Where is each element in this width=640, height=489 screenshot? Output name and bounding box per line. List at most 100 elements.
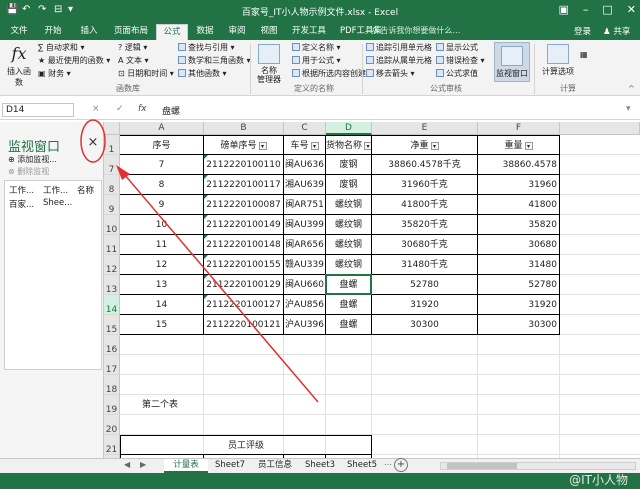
calculate-now-icon[interactable]: ▦ [580,50,588,59]
row-header-21[interactable]: 21 [104,435,120,455]
ribbon-display-icon[interactable]: ▣ [558,3,568,16]
tab-file[interactable]: 文件 [4,24,34,40]
tab-developer[interactable]: 开发工具 [286,24,332,40]
enter-icon[interactable]: ✓ [116,104,124,114]
column-header-a[interactable]: A [120,122,204,135]
table-cell[interactable]: 湘AU639 [284,175,326,195]
table-header-cell[interactable]: 货物名称 ▾ [326,135,372,155]
table-cell[interactable]: 30680千克 [372,235,478,255]
table-cell[interactable]: 15 [120,315,204,335]
table-cell[interactable]: 废钢 [326,155,372,175]
watch-window-close-button[interactable]: × [84,134,102,152]
table-cell[interactable]: 38860.4578千克 [372,155,478,175]
table-cell[interactable]: 35820 [478,215,560,235]
table-cell[interactable]: 2112220100127 [204,295,284,315]
row-header-1[interactable]: 1 [104,135,120,155]
table-cell[interactable]: 闽AU660 [284,275,326,295]
row-header-11[interactable]: 11 [104,235,120,255]
table-header-cell[interactable]: 序号 [120,135,204,155]
table-cell[interactable]: 7 [120,155,204,175]
worksheet-grid[interactable]: ABCDEF178910111213141516171819202122序号磅单… [104,122,640,458]
table-cell[interactable]: 8 [120,175,204,195]
sheet-tab-metering[interactable]: 计量表 [164,459,208,473]
more-functions-button[interactable]: 其他函数 ▾ [178,68,227,79]
column-header-f[interactable]: F [478,122,560,135]
filter-dropdown-icon[interactable]: ▾ [524,142,533,150]
tab-home[interactable]: 开始 [38,24,68,40]
table-cell[interactable]: 9 [120,195,204,215]
table-cell[interactable]: 闽AR751 [284,195,326,215]
row-header-20[interactable]: 20 [104,415,120,435]
minimize-icon[interactable]: – [583,3,589,16]
row-header-13[interactable]: 13 [104,275,120,295]
row-header-12[interactable]: 12 [104,255,120,275]
recent-functions-button[interactable]: ★ 最近使用的函数 ▾ [38,55,110,66]
table-cell[interactable]: 35820千克 [372,215,478,235]
row-header-16[interactable]: 16 [104,335,120,355]
tab-review[interactable]: 审阅 [222,24,252,40]
table-cell[interactable]: 2112220100121 [204,315,284,335]
scroll-thumb[interactable] [447,463,517,469]
table-cell[interactable]: 31920 [372,295,478,315]
text-button[interactable]: A 文本 ▾ [118,55,149,66]
table-cell[interactable]: 52780 [372,275,478,295]
table-cell[interactable]: 10 [120,215,204,235]
table-cell[interactable]: 闽AU399 [284,215,326,235]
filter-dropdown-icon[interactable]: ▾ [430,142,439,150]
row-header-7[interactable]: 7 [104,155,120,175]
table-cell[interactable]: 螺纹钢 [326,255,372,275]
table-cell[interactable]: 螺纹钢 [326,215,372,235]
sheet-tab-sheet5[interactable]: Sheet5 [342,459,382,473]
date-time-button[interactable]: ⊡ 日期和时间 ▾ [118,68,174,79]
use-in-formula-button[interactable]: 用于公式 ▾ [292,55,341,66]
filter-dropdown-icon[interactable]: ▾ [258,142,267,150]
remove-arrows-button[interactable]: 移去箭头 ▾ [366,68,415,79]
tab-insert[interactable]: 插入 [74,24,104,40]
show-formulas-button[interactable]: 显示公式 [436,42,478,53]
add-watch-button[interactable]: ⊕ 添加监视... [8,154,57,165]
select-all-corner[interactable] [104,122,120,135]
error-checking-button[interactable]: 错误检查 ▾ [436,55,485,66]
table-cell[interactable]: 11 [120,235,204,255]
create-from-selection-button[interactable]: 根据所选内容创建 [292,68,366,79]
customize-qa-icon[interactable]: ▾ [68,4,73,15]
table-cell[interactable]: 赣AU339 [284,255,326,275]
insert-function-button[interactable]: fx 插入函数 [4,44,34,88]
tell-me-search[interactable]: ♀ 告诉我你想要做什么… [372,25,460,36]
table-cell[interactable]: 14 [120,295,204,315]
table-cell[interactable]: 螺纹钢 [326,235,372,255]
tab-data[interactable]: 数据 [190,24,220,40]
sheet-tab-sheet3[interactable]: Sheet3 [300,459,340,473]
table-cell[interactable]: 废钢 [326,175,372,195]
column-header-e[interactable]: E [372,122,478,135]
watch-cell-sheet[interactable]: Shee... [43,198,72,208]
column-header-c[interactable]: C [284,122,326,135]
financial-button[interactable]: ▣ 财务 ▾ [38,68,71,79]
more-sheets-icon[interactable]: ⋯ [384,460,392,469]
cancel-icon[interactable]: × [92,104,100,114]
table-cell[interactable]: 30300 [478,315,560,335]
sheet-tab-employee-info[interactable]: 员工信息 [252,459,298,473]
watch-cell-book[interactable]: 百家... [9,198,34,210]
lookup-reference-button[interactable]: 查找与引用 ▾ [178,42,235,53]
row-header-14[interactable]: 14 [104,295,120,315]
tab-view[interactable]: 视图 [254,24,284,40]
column-header-d[interactable]: D [326,122,372,135]
table-cell[interactable]: 2112220100110 [204,155,284,175]
insert-fx-icon[interactable]: fx [138,104,147,114]
row-header-17[interactable]: 17 [104,355,120,375]
table-cell[interactable]: 盘螺 [326,275,372,295]
table-cell[interactable]: 2112220100129 [204,275,284,295]
table-header-cell[interactable]: 车号 ▾ [284,135,326,155]
undo-icon[interactable]: ↶ [22,4,30,15]
maximize-icon[interactable]: □ [602,3,612,16]
column-header-b[interactable]: B [204,122,284,135]
table-cell[interactable]: 41800 [478,195,560,215]
table-cell[interactable]: 2112220100148 [204,235,284,255]
row-header-9[interactable]: 9 [104,195,120,215]
add-sheet-button[interactable]: + [394,458,408,472]
table-cell[interactable]: 30680 [478,235,560,255]
horizontal-scrollbar[interactable] [440,462,636,470]
row-header-10[interactable]: 10 [104,215,120,235]
filter-dropdown-icon[interactable]: ▾ [310,142,319,150]
